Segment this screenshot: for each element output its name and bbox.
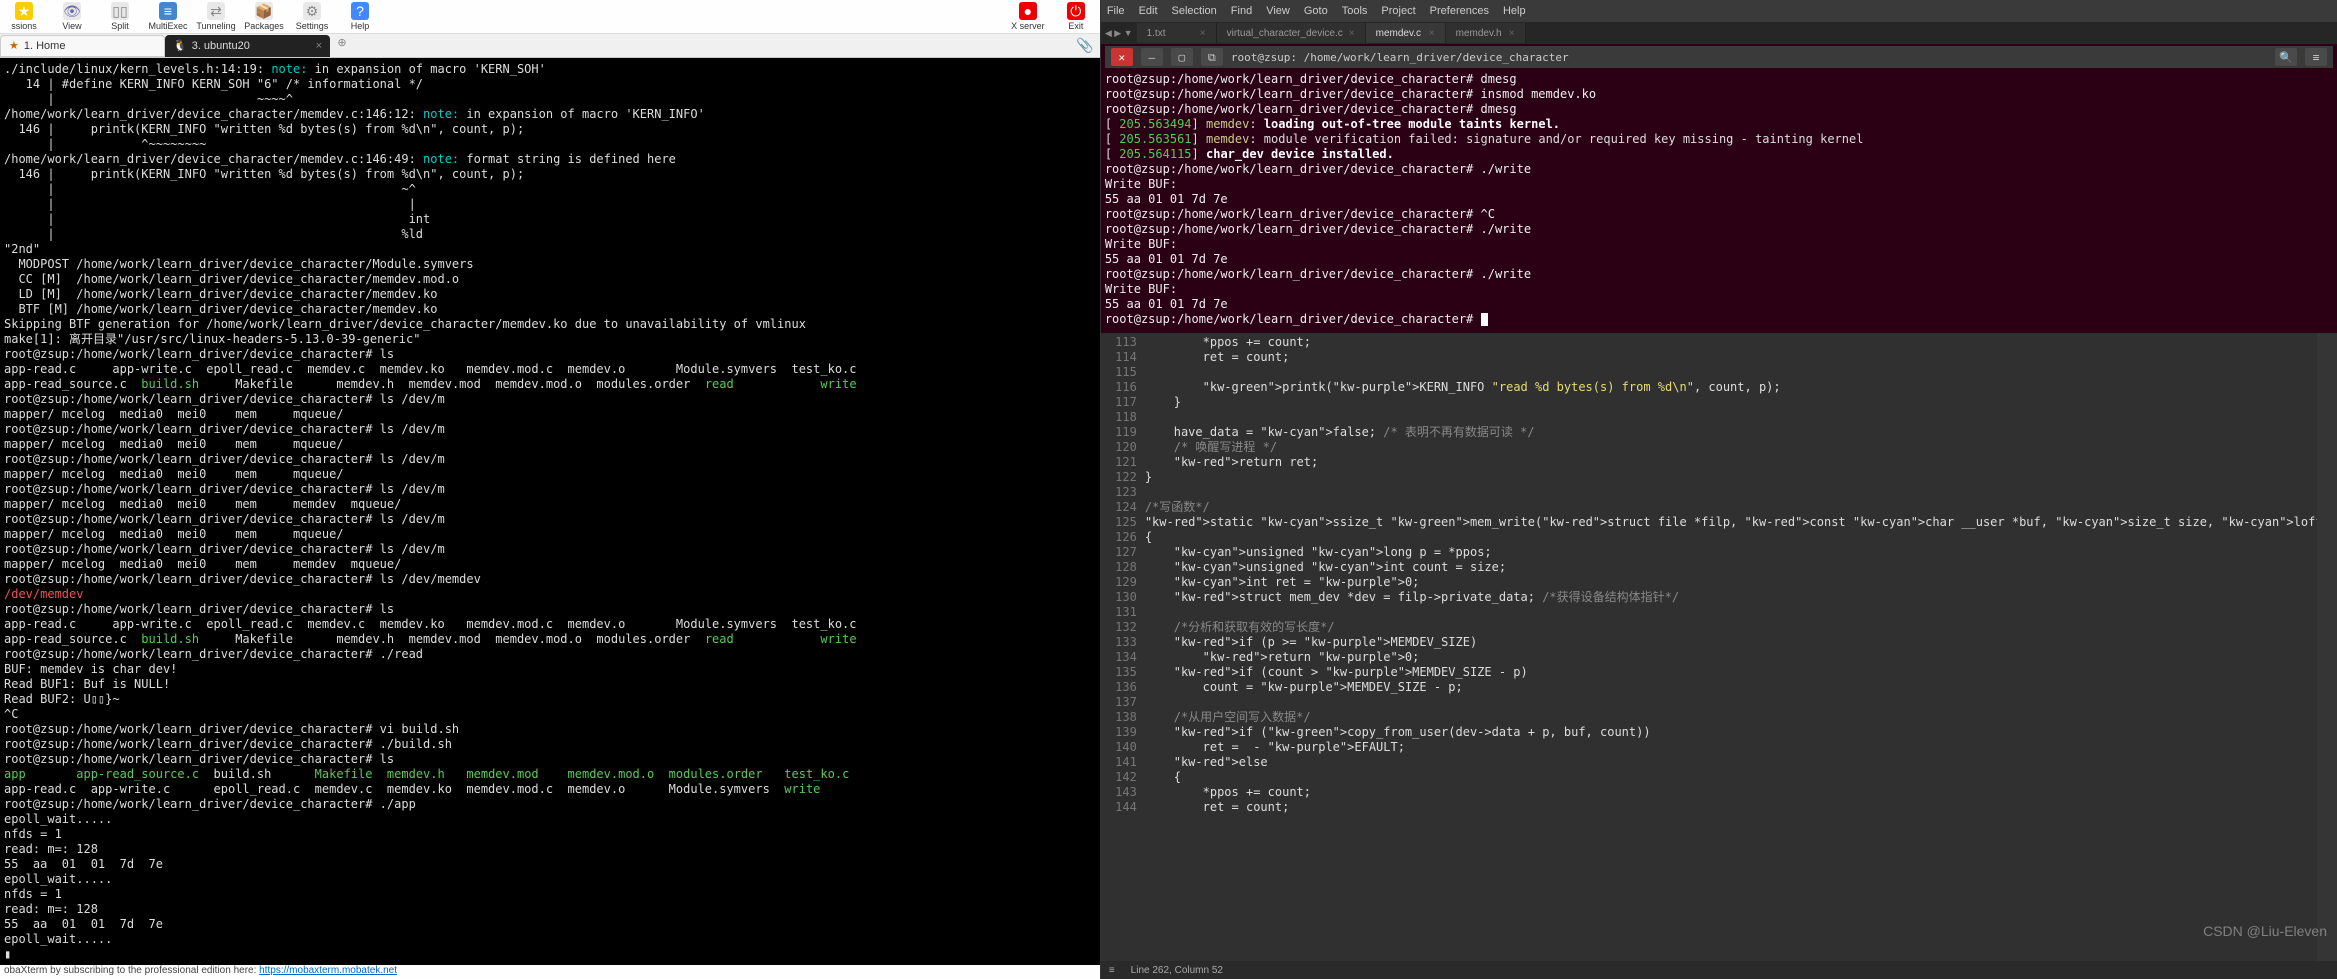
terminal-titlebar: ✕ — ▢ ⧉ root@zsup: /home/work/learn_driv… (1105, 46, 2333, 68)
tab-ubuntu-icon: 🐧 (173, 39, 187, 52)
status-position: Line 262, Column 52 (1131, 965, 1223, 976)
tab-home-icon: ★ (9, 39, 19, 52)
menu-selection[interactable]: Selection (1172, 5, 1217, 17)
terminal-minimize-button[interactable]: — (1141, 48, 1163, 66)
tab-memdev-h[interactable]: memdev.h × (1446, 23, 1526, 43)
split-button-label: Split (111, 21, 129, 31)
menu-tools[interactable]: Tools (1342, 5, 1368, 17)
terminal-menu-button[interactable]: ≡ (2305, 48, 2327, 66)
terminal-title: root@zsup: /home/work/learn_driver/devic… (1231, 50, 2267, 65)
help-button-icon: ? (351, 2, 369, 20)
tab-new-button[interactable]: ⊕ (330, 36, 354, 56)
tab-memdev-c-label: memdev.c (1376, 28, 1421, 39)
help-button[interactable]: ?Help (340, 2, 380, 31)
tab-virtual-char[interactable]: virtual_character_device.c × (1217, 23, 1366, 43)
settings-button[interactable]: ⚙Settings (292, 2, 332, 31)
exit-button[interactable]: ⏻Exit (1056, 2, 1096, 31)
view-button[interactable]: 👁View (52, 2, 92, 31)
status-hamburger-icon[interactable]: ≡ (1109, 965, 1115, 976)
packages-button-icon: 📦 (255, 2, 273, 20)
tab-ubuntu[interactable]: 🐧 3. ubuntu20 × (165, 35, 330, 57)
menu-help[interactable]: Help (1503, 5, 1526, 17)
sublime-window: File Edit Selection Find View Goto Tools Projec… (1101, 0, 2337, 979)
ssions-button-label: ssions (11, 21, 37, 31)
menu-view[interactable]: View (1266, 5, 1290, 17)
editor-gutter: 1131141151161171181191201211221231241251… (1101, 333, 1145, 961)
packages-button-label: Packages (244, 21, 284, 31)
sublime-menu-bar: File Edit Selection Find View Goto Tools Projec… (1101, 0, 2337, 22)
mobaxterm-toolbar: ★ssions 👁View ▯▯Split ≡MultiExec ⇄Tunneling 📦… (0, 0, 1100, 34)
xserver-button[interactable]: ●X server (1008, 2, 1048, 31)
terminal-newtab-button[interactable]: ⧉ (1201, 48, 1223, 66)
menu-goto[interactable]: Goto (1304, 5, 1328, 17)
multiexec-button-label: MultiExec (148, 21, 187, 31)
multiexec-button[interactable]: ≡MultiExec (148, 2, 188, 31)
xserver-button-icon: ● (1019, 2, 1037, 20)
view-button-label: View (62, 21, 81, 31)
ssions-button-icon: ★ (15, 2, 33, 20)
tab-1txt[interactable]: 1.txt × (1137, 23, 1217, 43)
footer-link[interactable]: https://mobaxterm.mobatek.net (259, 965, 397, 976)
xserver-button-label: X server (1011, 21, 1045, 31)
terminal-maximize-button[interactable]: ▢ (1171, 48, 1193, 66)
editor-code[interactable]: *ppos += count; ret = count; "kw-green">… (1145, 333, 2337, 961)
terminal-search-button[interactable]: 🔍 (2275, 48, 2297, 66)
settings-button-label: Settings (296, 21, 329, 31)
tab-ubuntu-label: 3. ubuntu20 (192, 40, 250, 52)
watermark-text: CSDN @Liu-Eleven (2203, 924, 2327, 939)
tab-virtual-char-close[interactable]: × (1349, 28, 1355, 39)
sublime-editor[interactable]: 1131141151161171181191201211221231241251… (1101, 333, 2337, 961)
multiexec-button-icon: ≡ (159, 2, 177, 20)
tab-virtual-char-label: virtual_character_device.c (1227, 28, 1343, 39)
menu-edit[interactable]: Edit (1139, 5, 1158, 17)
tab-1txt-close[interactable]: × (1200, 28, 1206, 39)
sublime-status-bar: ≡ Line 262, Column 52 (1101, 961, 2337, 979)
sublime-terminal-panel[interactable]: ✕ — ▢ ⧉ root@zsup: /home/work/learn_driv… (1101, 44, 2337, 333)
terminal-close-button[interactable]: ✕ (1111, 48, 1133, 66)
attachment-icon[interactable]: 📎 (1076, 37, 1099, 54)
tab-memdev-h-close[interactable]: × (1509, 28, 1515, 39)
menu-project[interactable]: Project (1381, 5, 1415, 17)
exit-button-label: Exit (1068, 21, 1083, 31)
split-button[interactable]: ▯▯Split (100, 2, 140, 31)
tab-home-label: 1. Home (24, 40, 66, 52)
tab-memdev-h-label: memdev.h (1456, 28, 1502, 39)
menu-find[interactable]: Find (1231, 5, 1252, 17)
ssions-button[interactable]: ★ssions (4, 2, 44, 31)
tab-1txt-label: 1.txt (1147, 28, 1166, 39)
tab-nav-arrows[interactable]: ◀ ▶ ▼ (1101, 28, 1137, 39)
editor-minimap[interactable] (2317, 333, 2337, 961)
mobaxterm-window: ★ssions👁View▯▯Split≡MultiExec⇄Tunneling📦… (0, 0, 1101, 979)
tab-memdev-c[interactable]: memdev.c × (1366, 23, 1446, 43)
mobaxterm-footer: obaXterm by subscribing to the professio… (0, 965, 1100, 979)
tunneling-button-icon: ⇄ (207, 2, 225, 20)
tab-close-button[interactable]: × (316, 40, 322, 52)
tunneling-button[interactable]: ⇄Tunneling (196, 2, 236, 31)
sublime-tab-bar: ◀ ▶ ▼ 1.txt×virtual_character_device.c×m… (1101, 22, 2337, 44)
mobaxterm-tab-bar: ★ 1. Home 🐧 3. ubuntu20 × ⊕ 📎 (0, 34, 1100, 58)
tab-home[interactable]: ★ 1. Home (0, 35, 165, 57)
view-button-icon: 👁 (63, 2, 81, 20)
menu-file[interactable]: File (1107, 5, 1125, 17)
tab-memdev-c-close[interactable]: × (1429, 28, 1435, 39)
tunneling-button-label: Tunneling (196, 21, 235, 31)
mobaxterm-terminal[interactable]: ./include/linux/kern_levels.h:14:19: not… (0, 58, 1100, 965)
split-button-icon: ▯▯ (111, 2, 129, 20)
help-button-label: Help (351, 21, 370, 31)
footer-text: obaXterm by subscribing to the professio… (4, 965, 259, 976)
packages-button[interactable]: 📦Packages (244, 2, 284, 31)
menu-preferences[interactable]: Preferences (1430, 5, 1489, 17)
exit-button-icon: ⏻ (1067, 2, 1085, 20)
settings-button-icon: ⚙ (303, 2, 321, 20)
